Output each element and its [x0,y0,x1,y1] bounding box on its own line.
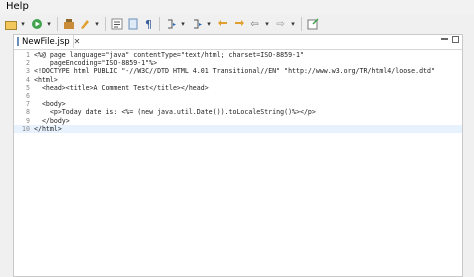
line-number: 7 [26,100,30,109]
toolbar-separator [105,17,106,31]
jsp-file-icon [17,37,19,46]
minimize-icon[interactable] [441,38,448,40]
editor-pane: NewFile.jsp ✕ 1 <%@ page language="java" … [13,34,463,277]
forward-icon[interactable] [232,18,245,31]
line-number: 8 [26,108,30,117]
line-number: 3 [26,67,30,76]
chevron-down-icon[interactable]: ▾ [264,18,270,31]
close-icon[interactable]: ✕ [74,37,81,46]
build-icon[interactable] [62,18,75,31]
chevron-down-icon[interactable]: ▾ [290,18,296,31]
toolbar-separator [301,17,302,31]
toolbar-separator [57,17,58,31]
code-line: <p>Today date is: <%= (new java.util.Dat… [34,108,316,117]
code-line: <body> [34,100,66,109]
search-icon[interactable] [190,18,203,31]
line-number: 4 [26,75,30,84]
line-number: 1 [26,51,30,59]
format-icon[interactable] [110,18,123,31]
line-number: 5 [26,83,30,92]
line-number: 6 [26,92,30,100]
tab-newfile-jsp[interactable]: NewFile.jsp ✕ [14,35,80,48]
toolbar-separator [159,17,160,31]
toggle-icon[interactable] [78,18,91,31]
annotation-icon[interactable] [164,18,177,31]
run-icon[interactable] [30,18,43,31]
next-edit-icon[interactable]: ⇨ [274,18,287,31]
editor-tab-bar: NewFile.jsp ✕ [14,35,462,50]
chevron-down-icon[interactable]: ▾ [20,18,26,31]
code-line: <head><title>A Comment Test</title></hea… [34,83,209,92]
pilcrow-icon[interactable]: ¶ [142,18,155,31]
code-line: <!DOCTYPE html PUBLIC "-//W3C//DTD HTML … [34,67,435,76]
back-icon[interactable] [216,18,229,31]
code-line: </html> [34,124,62,133]
document-icon[interactable] [126,18,139,31]
previous-edit-icon[interactable]: ⇦ [248,18,261,31]
line-number: 10 [22,124,30,133]
line-number: 9 [26,116,30,125]
maximize-icon[interactable] [452,36,459,43]
chevron-down-icon[interactable]: ▾ [180,18,186,31]
chevron-down-icon[interactable]: ▾ [46,18,52,31]
tab-title: NewFile.jsp [22,36,70,47]
toolbar: ▾ ▾ ▾ ¶ ▾ ▾ ⇦ ▾ ⇨ ▾ [0,14,474,34]
pin-icon[interactable] [306,18,319,31]
line-number: 2 [26,59,30,68]
menu-bar: Help [0,0,474,14]
chevron-down-icon[interactable]: ▾ [94,18,100,31]
code-line: </body> [34,116,70,125]
chevron-down-icon[interactable]: ▾ [206,18,212,31]
menu-help[interactable]: Help [6,1,29,12]
code-line: <%@ page language="java" contentType="te… [34,51,304,59]
code-line: <html> [34,75,58,84]
current-line-highlight [14,124,462,133]
code-line: pageEncoding="ISO-8859-1"%> [34,59,158,68]
open-icon[interactable] [4,18,17,31]
code-area[interactable]: 1 <%@ page language="java" contentType="t… [14,50,462,276]
